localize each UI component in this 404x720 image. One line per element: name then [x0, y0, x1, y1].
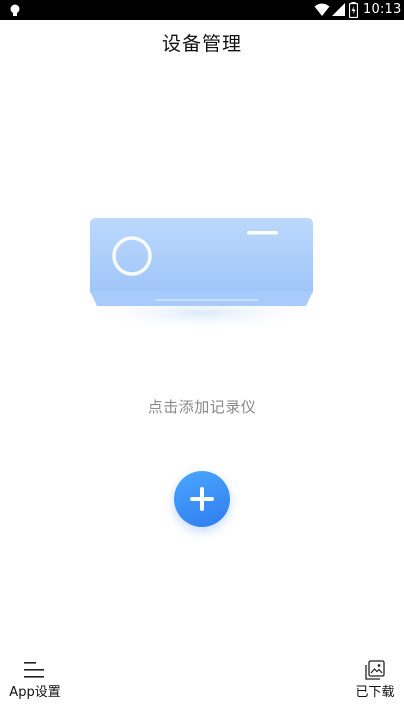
status-bar: 10:13	[0, 0, 404, 20]
plus-icon	[190, 487, 214, 511]
notification-icon	[10, 4, 20, 16]
air-conditioner-icon	[85, 218, 321, 331]
downloaded-label: 已下载	[355, 685, 395, 700]
app-settings-button[interactable]: App设置	[4, 658, 66, 708]
wifi-icon	[314, 3, 330, 16]
status-time: 10:13	[363, 2, 402, 17]
downloaded-button[interactable]: 已下载	[348, 658, 402, 708]
empty-hint: 点击添加记录仪	[147, 398, 257, 416]
battery-icon	[349, 2, 358, 18]
gallery-icon	[365, 660, 385, 680]
app-settings-label: App设置	[9, 685, 61, 700]
signal-icon	[332, 3, 345, 16]
menu-icon	[24, 662, 44, 678]
page-title: 设备管理	[161, 33, 242, 55]
add-device-button[interactable]	[174, 471, 230, 527]
